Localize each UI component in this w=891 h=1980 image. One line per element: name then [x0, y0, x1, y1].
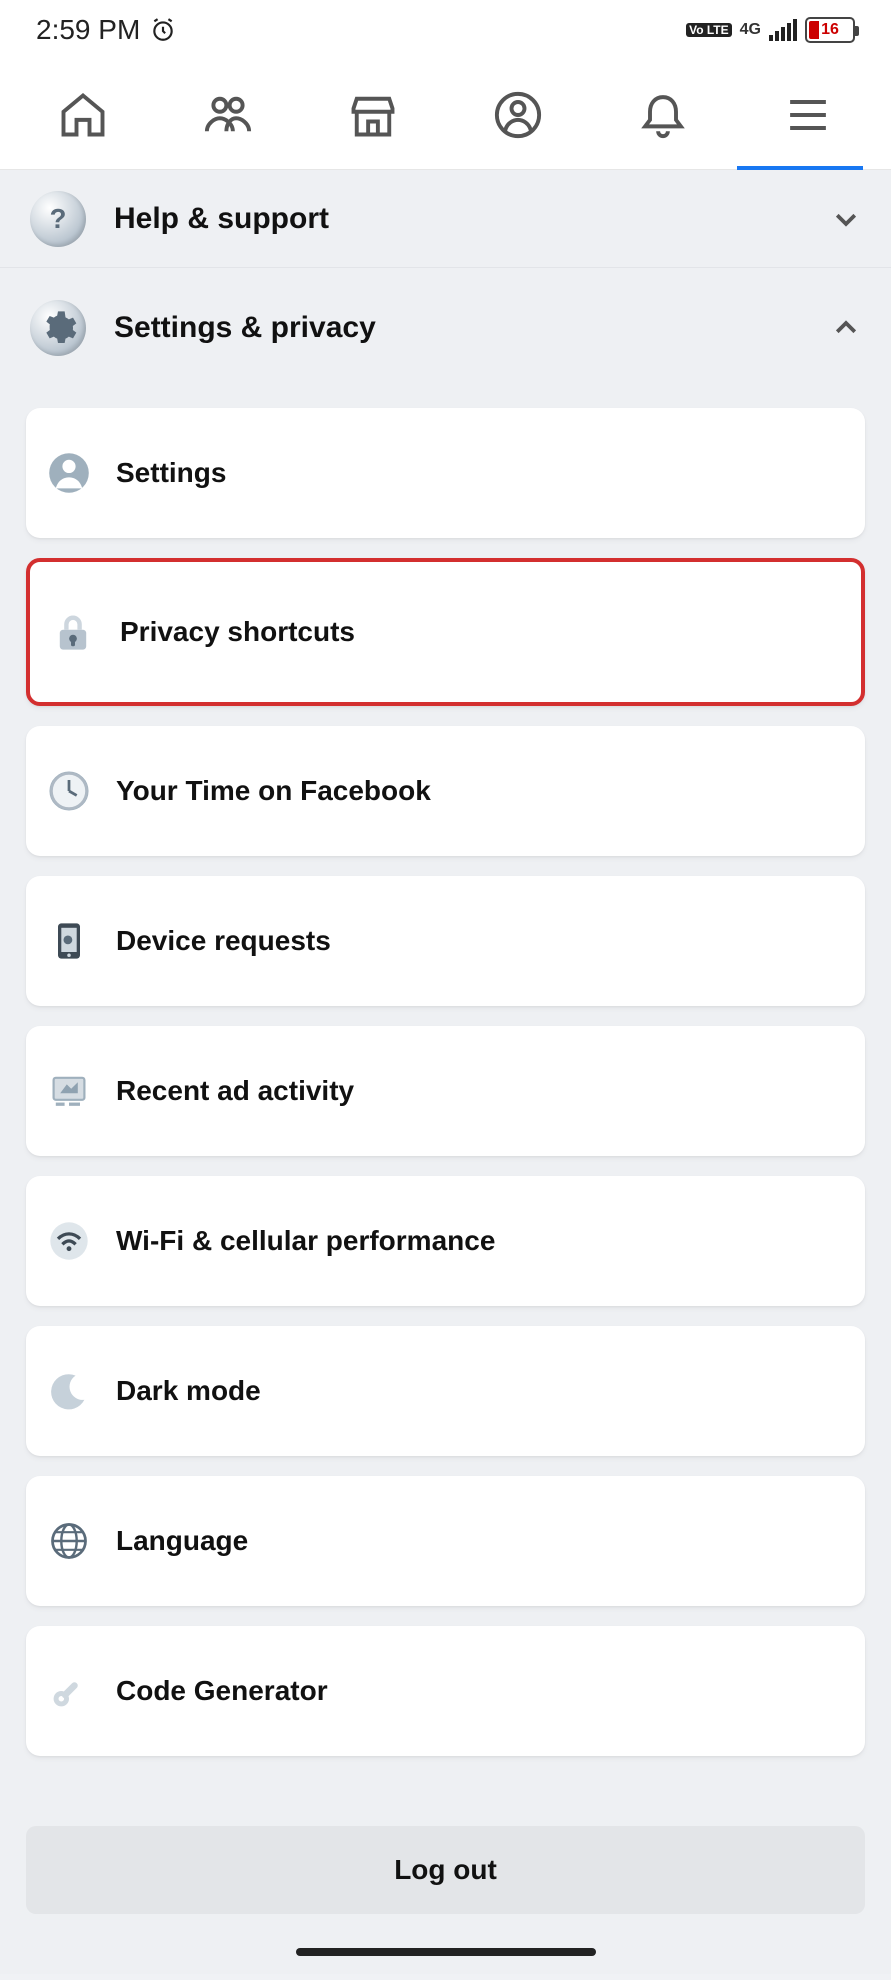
ad-activity-icon	[46, 1068, 92, 1114]
gear-icon	[30, 300, 86, 356]
lock-icon	[50, 609, 96, 655]
network-4g-label: 4G	[740, 22, 761, 38]
settings-list: Settings Privacy shortcuts Your Time on …	[0, 388, 891, 1796]
settings-item-label: Privacy shortcuts	[120, 616, 355, 648]
logout-label: Log out	[394, 1854, 497, 1886]
clock-time: 2:59 PM	[36, 14, 140, 46]
settings-item-label: Dark mode	[116, 1375, 261, 1407]
alarm-icon	[150, 17, 176, 43]
settings-item-label: Recent ad activity	[116, 1075, 354, 1107]
home-icon	[57, 89, 109, 141]
section-settings-privacy[interactable]: Settings & privacy	[0, 268, 891, 388]
section-help-support[interactable]: ? Help & support	[0, 170, 891, 268]
settings-item-settings[interactable]: Settings	[26, 408, 865, 538]
settings-item-label: Device requests	[116, 925, 331, 957]
nav-profile[interactable]	[446, 60, 591, 169]
settings-item-device-requests[interactable]: Device requests	[26, 876, 865, 1006]
wifi-icon	[46, 1218, 92, 1264]
bell-icon	[637, 89, 689, 141]
settings-item-dark-mode[interactable]: Dark mode	[26, 1326, 865, 1456]
clock-icon	[46, 768, 92, 814]
friends-icon	[202, 89, 254, 141]
device-icon	[46, 918, 92, 964]
settings-item-label: Wi-Fi & cellular performance	[116, 1225, 495, 1257]
signal-icon	[769, 19, 797, 41]
settings-item-label: Language	[116, 1525, 248, 1557]
status-right: Vo LTE 4G 16	[686, 17, 855, 43]
nav-marketplace[interactable]	[300, 60, 445, 169]
settings-badge-icon	[46, 450, 92, 496]
top-nav	[0, 60, 891, 170]
settings-privacy-title: Settings & privacy	[114, 311, 376, 345]
nav-menu[interactable]	[736, 60, 881, 169]
globe-icon	[46, 1518, 92, 1564]
svg-text:?: ?	[50, 204, 67, 234]
settings-item-label: Code Generator	[116, 1675, 328, 1707]
status-left: 2:59 PM	[36, 14, 176, 46]
home-indicator[interactable]	[296, 1948, 596, 1956]
settings-item-code-generator[interactable]: Code Generator	[26, 1626, 865, 1756]
battery-indicator: 16	[805, 17, 855, 43]
volte-badge: Vo LTE	[686, 23, 732, 37]
chevron-down-icon	[831, 204, 861, 234]
settings-item-recent-ad-activity[interactable]: Recent ad activity	[26, 1026, 865, 1156]
settings-item-your-time[interactable]: Your Time on Facebook	[26, 726, 865, 856]
moon-icon	[46, 1368, 92, 1414]
logout-button[interactable]: Log out	[26, 1826, 865, 1914]
chevron-up-icon	[831, 313, 861, 343]
help-icon: ?	[30, 191, 86, 247]
status-bar: 2:59 PM Vo LTE 4G 16	[0, 0, 891, 60]
settings-item-label: Your Time on Facebook	[116, 775, 431, 807]
settings-item-wifi-cellular[interactable]: Wi-Fi & cellular performance	[26, 1176, 865, 1306]
help-support-title: Help & support	[114, 202, 329, 236]
logout-area: Log out	[0, 1796, 891, 1934]
nav-active-indicator	[737, 166, 863, 170]
bottom-pad	[0, 1934, 891, 1974]
nav-home[interactable]	[10, 60, 155, 169]
key-icon	[46, 1668, 92, 1714]
settings-item-language[interactable]: Language	[26, 1476, 865, 1606]
nav-notifications[interactable]	[591, 60, 736, 169]
nav-friends[interactable]	[155, 60, 300, 169]
profile-icon	[492, 89, 544, 141]
settings-item-privacy-shortcuts[interactable]: Privacy shortcuts	[26, 558, 865, 706]
marketplace-icon	[347, 89, 399, 141]
menu-icon	[782, 89, 834, 141]
settings-item-label: Settings	[116, 457, 226, 489]
battery-percent: 16	[821, 21, 839, 39]
